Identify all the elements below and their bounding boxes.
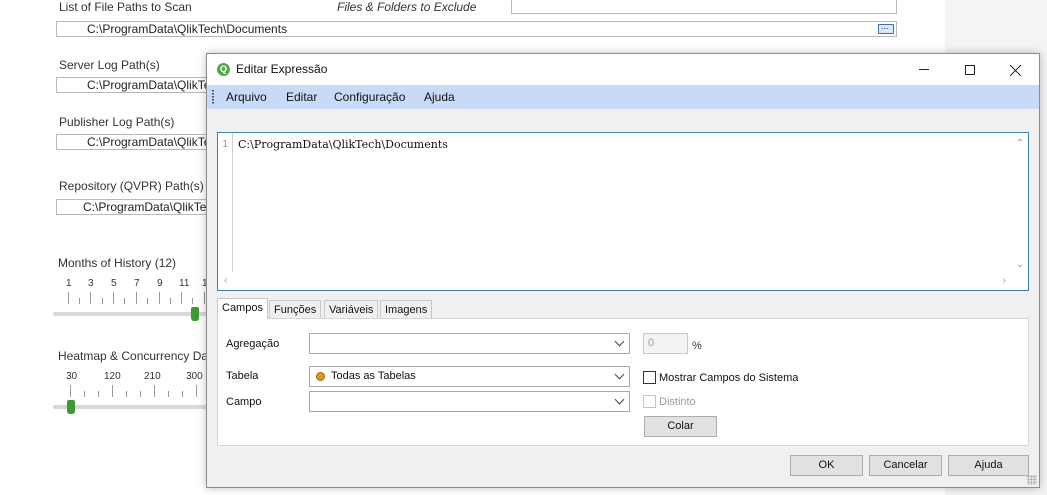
server-log-field[interactable]: C:\ProgramData\QlikTe — [56, 77, 216, 93]
tick-label: 1 — [66, 278, 72, 289]
months-slider-thumb[interactable] — [191, 307, 199, 321]
tick-label: 3 — [88, 278, 94, 289]
browse-button[interactable] — [878, 22, 894, 34]
close-icon — [1010, 64, 1022, 76]
aggregation-label: Agregação — [226, 338, 280, 350]
file-paths-label: List of File Paths to Scan — [59, 0, 192, 14]
heatmap-slider-thumb[interactable] — [67, 400, 75, 414]
cancel-button[interactable]: Cancelar — [869, 455, 942, 476]
field-select[interactable] — [309, 391, 630, 412]
table-label: Tabela — [226, 370, 259, 382]
tab-campos[interactable]: Campos — [217, 298, 268, 319]
months-slider[interactable] — [53, 307, 208, 321]
qlik-app-icon: Q — [217, 63, 230, 76]
menu-editar[interactable]: Editar — [286, 90, 317, 104]
chevron-down-icon — [614, 394, 625, 405]
line-number-gutter: 1 — [218, 133, 233, 272]
heatmap-slider-track — [53, 405, 208, 409]
help-button[interactable]: Ajuda — [948, 455, 1029, 476]
table-dot-icon — [316, 372, 325, 381]
file-paths-value: C:\ProgramData\QlikTech\Documents — [87, 22, 288, 36]
minimize-icon — [919, 69, 929, 70]
menu-configuracao[interactable]: Configuração — [334, 90, 405, 104]
scroll-down-icon[interactable]: ⌄ — [1016, 260, 1024, 270]
tab-variaveis[interactable]: Variáveis — [324, 300, 379, 319]
chevron-down-icon — [614, 336, 625, 347]
show-system-fields-label[interactable]: Mostrar Campos do Sistema — [659, 372, 798, 384]
file-paths-field[interactable]: C:\ProgramData\QlikTech\Documents — [56, 21, 897, 37]
minimize-button[interactable] — [901, 54, 947, 85]
paste-button[interactable]: Colar — [644, 416, 717, 437]
tab-funcoes[interactable]: Funções — [269, 300, 322, 319]
aggregation-select[interactable] — [309, 333, 630, 354]
months-ticks — [68, 292, 208, 304]
tick-label: 5 — [111, 278, 117, 289]
scroll-right-icon[interactable]: › — [1003, 276, 1006, 286]
publisher-log-field[interactable]: C:\ProgramData\QlikTe — [56, 134, 216, 150]
months-slider-track — [53, 312, 208, 316]
menu-ajuda[interactable]: Ajuda — [424, 90, 455, 104]
server-log-label: Server Log Path(s) — [59, 58, 160, 72]
menu-grip-icon[interactable] — [212, 90, 214, 104]
distinct-checkbox[interactable] — [643, 395, 656, 408]
menu-bar: Arquivo Editar Configuração Ajuda — [207, 85, 1039, 109]
exclude-field[interactable] — [511, 0, 897, 14]
percent-input[interactable]: 0 — [643, 333, 688, 354]
resize-grip-icon[interactable] — [1027, 475, 1037, 485]
tick-label: 30 — [66, 371, 78, 382]
campos-panel: Agregação 0 % Tabela Todas as Tabelas Mo… — [217, 318, 1029, 446]
server-log-value: C:\ProgramData\QlikTe — [87, 78, 211, 92]
close-button[interactable] — [993, 54, 1039, 85]
repository-value: C:\ProgramData\QlikTec — [83, 200, 213, 214]
repository-field[interactable]: C:\ProgramData\QlikTec — [56, 199, 216, 215]
distinct-label: Distinto — [659, 396, 696, 408]
line-number: 1 — [222, 139, 229, 150]
scroll-left-icon[interactable]: ‹ — [224, 276, 227, 286]
tick-label: 210 — [144, 371, 161, 382]
table-select[interactable]: Todas as Tabelas — [309, 366, 630, 387]
show-system-fields-checkbox[interactable] — [643, 371, 656, 384]
expression-code[interactable]: C:\ProgramData\QlikTech\Documents — [238, 138, 448, 151]
publisher-log-label: Publisher Log Path(s) — [59, 115, 175, 129]
table-value: Todas as Tabelas — [331, 370, 416, 382]
tick-label: 300 — [186, 371, 203, 382]
percent-value: 0 — [648, 337, 655, 349]
exclude-label: Files & Folders to Exclude — [337, 0, 477, 14]
heatmap-label: Heatmap & Concurrency Da — [58, 349, 209, 363]
field-label: Campo — [226, 396, 262, 408]
percent-symbol: % — [692, 340, 702, 352]
ok-button[interactable]: OK — [790, 455, 863, 476]
heatmap-ticks — [70, 385, 210, 397]
publisher-log-value: C:\ProgramData\QlikTe — [87, 135, 211, 149]
maximize-button[interactable] — [947, 54, 993, 85]
chevron-down-icon — [614, 369, 625, 380]
dialog-title: Editar Expressão — [236, 62, 328, 76]
edit-expression-dialog: Q Editar Expressão Arquivo Editar Config… — [206, 53, 1040, 488]
repository-label: Repository (QVPR) Path(s) — [59, 179, 204, 193]
tick-label: 120 — [104, 371, 121, 382]
maximize-icon — [965, 64, 975, 75]
menu-arquivo[interactable]: Arquivo — [226, 90, 267, 104]
scroll-up-icon[interactable]: ⌃ — [1016, 139, 1024, 149]
months-label: Months of History (12) — [58, 256, 177, 270]
dialog-titlebar[interactable]: Q Editar Expressão — [207, 54, 1039, 85]
tick-label: 7 — [134, 278, 140, 289]
tick-label: 11 — [179, 278, 190, 289]
expression-editor[interactable]: 1 C:\ProgramData\QlikTech\Documents ⌃ ⌄ … — [217, 132, 1029, 291]
tick-label: 9 — [157, 278, 163, 289]
heatmap-slider[interactable] — [53, 400, 208, 414]
tab-imagens[interactable]: Imagens — [380, 300, 433, 319]
